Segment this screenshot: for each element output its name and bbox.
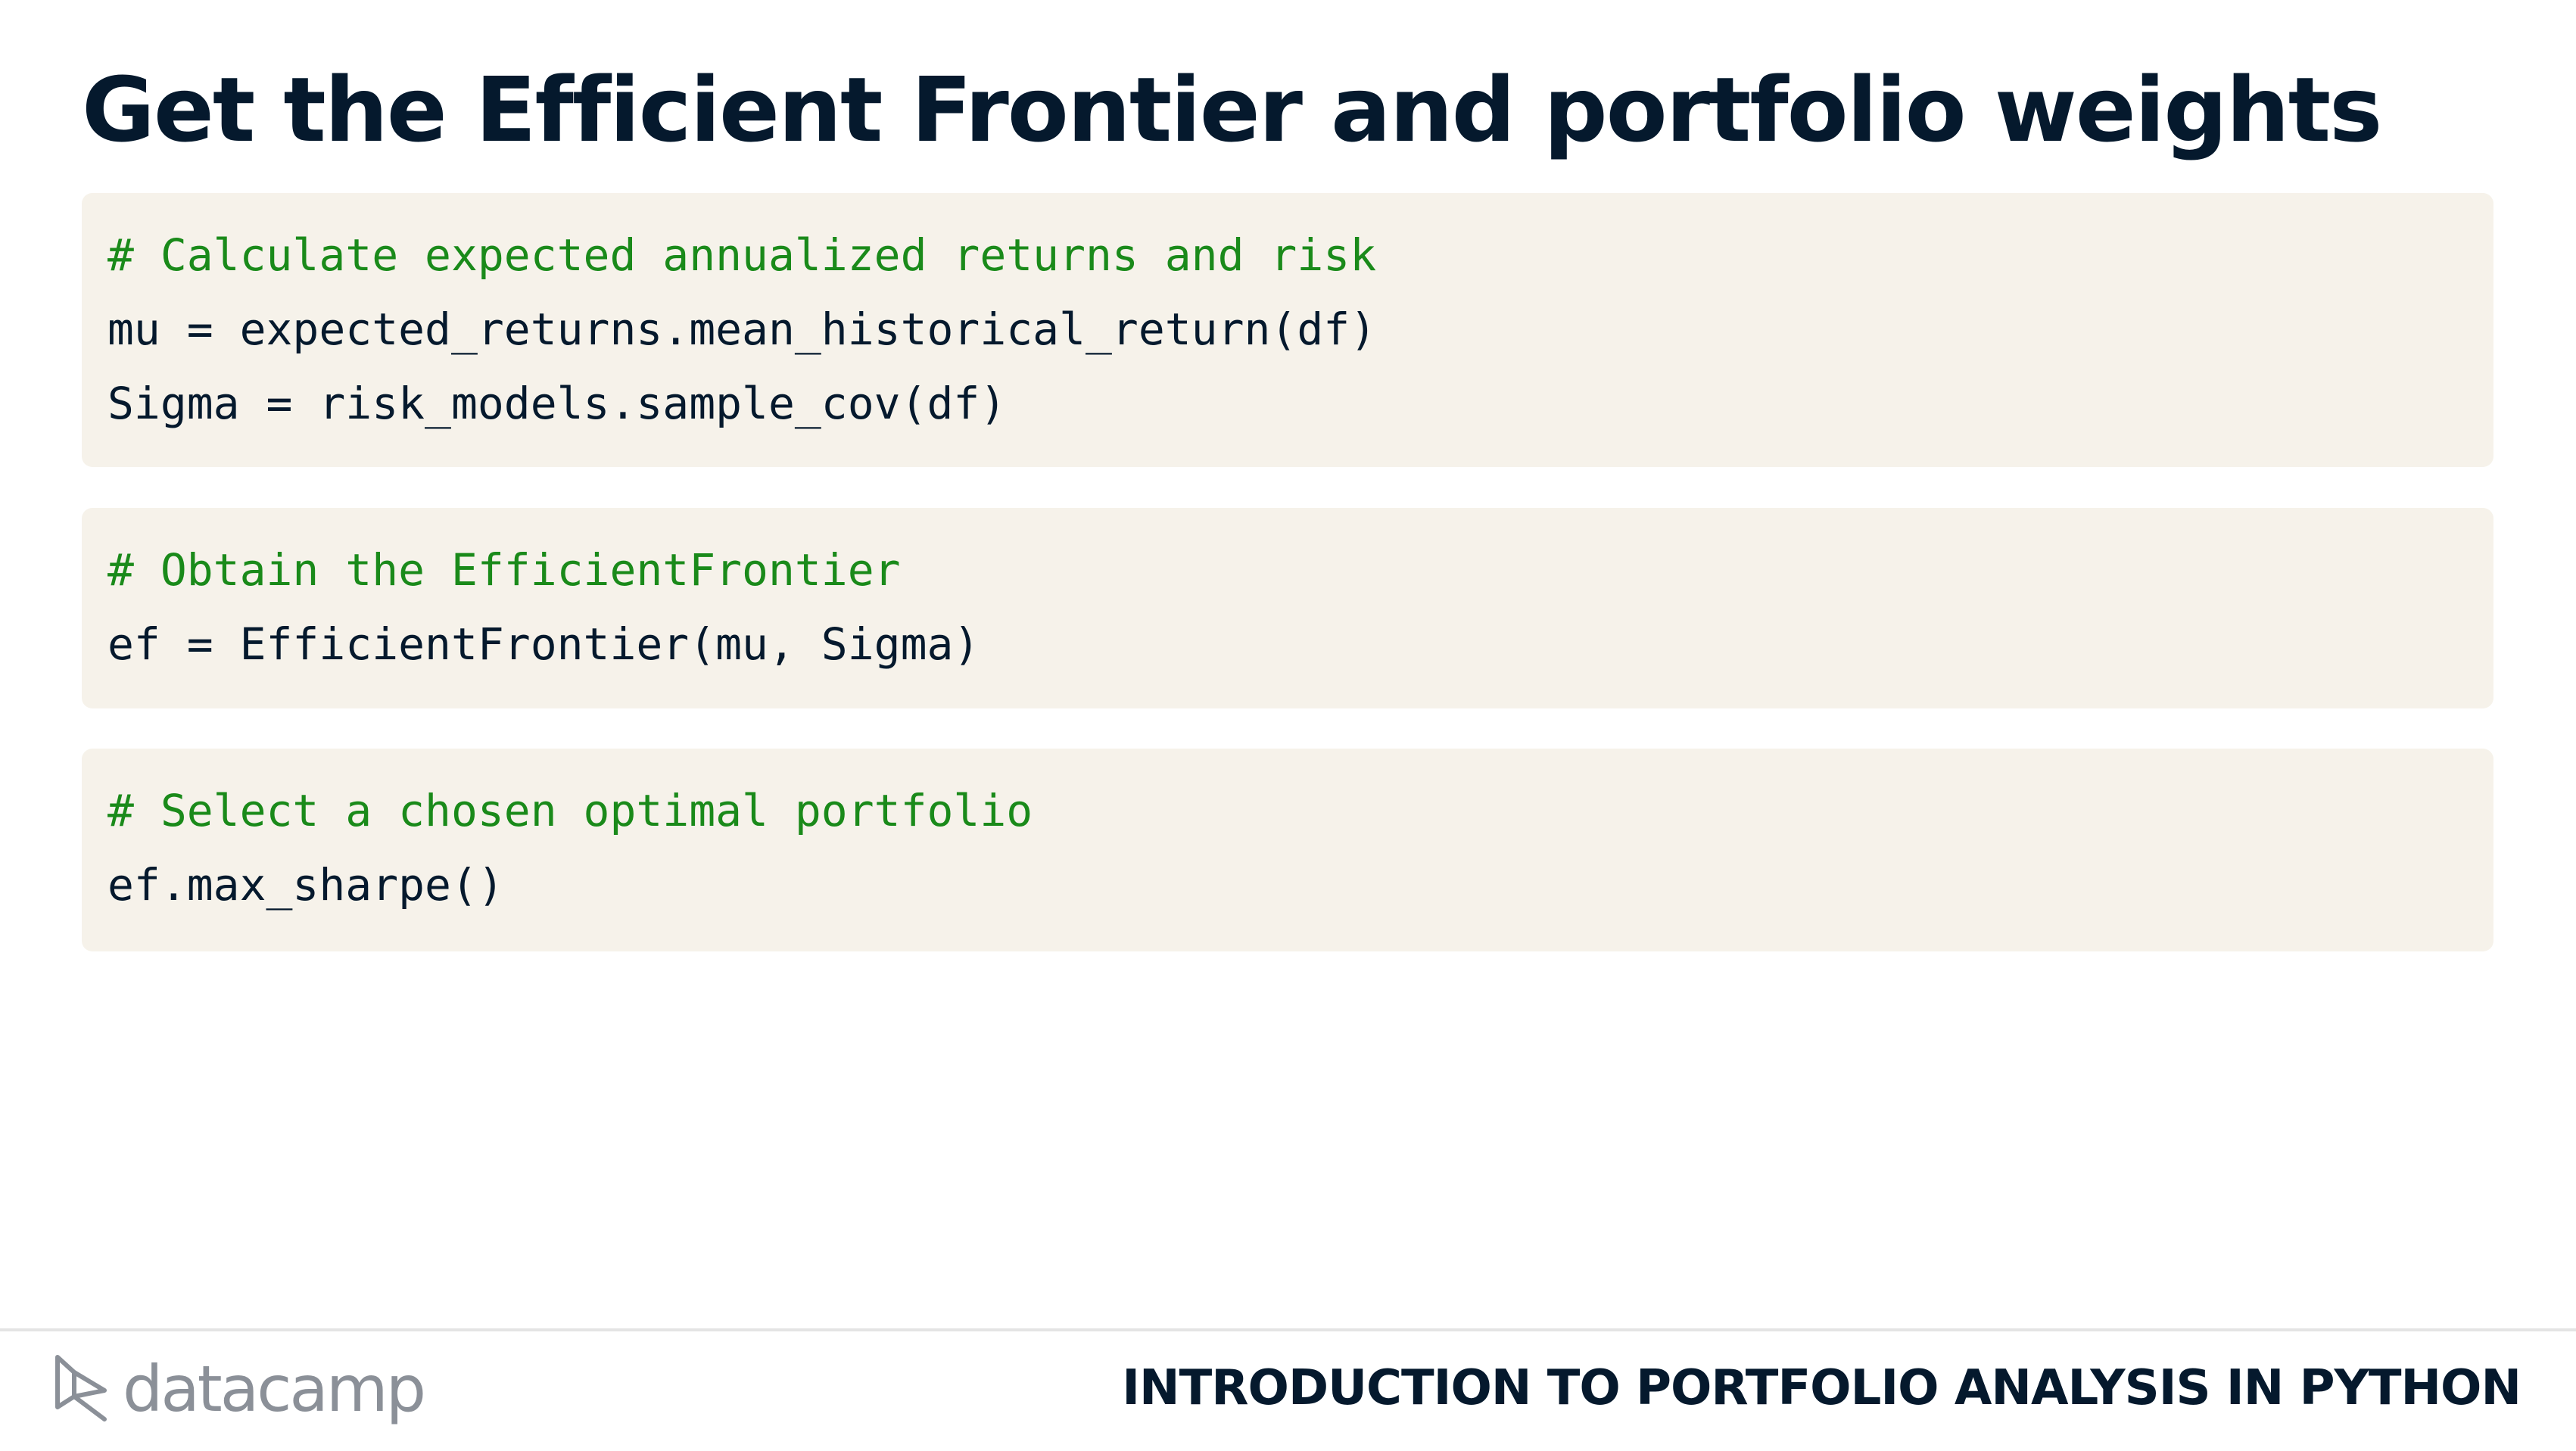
code-block-optimal-portfolio: # Select a chosen optimal portfolio ef.m… — [82, 749, 2493, 951]
brand-name: datacamp — [123, 1352, 426, 1426]
code-block-efficient-frontier: # Obtain the EfficientFrontier ef = Effi… — [82, 508, 2493, 708]
course-title: INTRODUCTION TO PORTFOLIO ANALYSIS IN PY… — [1122, 1360, 2521, 1416]
code-line: ef.max_sharpe() — [107, 859, 504, 911]
footer-divider — [0, 1328, 2576, 1331]
code-comment: # Calculate expected annualized returns … — [107, 229, 1377, 281]
code-comment: # Select a chosen optimal portfolio — [107, 785, 1033, 836]
code-block-returns-risk: # Calculate expected annualized returns … — [82, 193, 2493, 467]
slide-title: Get the Efficient Frontier and portfolio… — [82, 58, 2382, 162]
datacamp-logo-icon — [55, 1355, 107, 1421]
code-line: mu = expected_returns.mean_historical_re… — [107, 304, 1377, 355]
brand-logo: datacamp — [51, 1347, 426, 1431]
code-line: Sigma = risk_models.sample_cov(df) — [107, 378, 1007, 429]
code-comment: # Obtain the EfficientFrontier — [107, 544, 901, 596]
code-line: ef = EfficientFrontier(mu, Sigma) — [107, 618, 980, 670]
